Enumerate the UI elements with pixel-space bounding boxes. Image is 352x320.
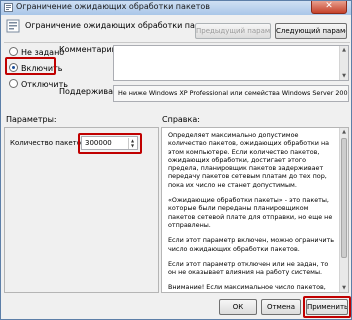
radio-dot[interactable] [9,47,18,56]
comment-scrollbar[interactable]: ▲ ▼ [339,46,348,80]
help-paragraph: Если этот параметр отключен или не задан… [168,259,329,277]
parameters-panel: Количество пакетов: 300000 ▲ ▼ [4,127,159,293]
previous-setting-button[interactable]: Предыдущий параметр [195,23,271,39]
comment-field[interactable]: ▲ ▼ [113,45,349,81]
radio-not-configured[interactable]: Не задано [9,47,64,57]
policy-icon [4,3,13,12]
ok-button[interactable]: ОК [219,299,257,315]
policy-title: Ограничение ожидающих обработки пакетов [25,21,219,30]
help-label: Справка: [162,115,200,124]
divider [4,42,350,43]
help-scrollbar[interactable]: ▲ ▼ [339,128,348,292]
cancel-button[interactable]: Отмена [261,299,301,315]
help-paragraph: «Ожидающие обработки пакеты» - это пакет… [168,196,333,229]
title-bar[interactable]: Ограничение ожидающих обработки пакетов … [1,1,351,15]
help-text: Определяет максимально допустимое количе… [162,128,340,292]
scroll-down-icon[interactable]: ▼ [340,72,348,80]
help-paragraph: Определяет максимально допустимое количе… [168,131,330,189]
scroll-up-icon[interactable]: ▲ [340,46,348,54]
highlight-enabled [5,57,56,75]
help-paragraph: Если этот параметр включен, можно ограни… [168,236,334,253]
highlight-packet-count [78,133,142,154]
close-button[interactable]: ✕ [311,1,347,14]
packet-count-label: Количество пакетов: [10,139,88,147]
parameters-label: Параметры: [6,115,57,124]
highlight-apply [303,296,351,318]
radio-dot[interactable] [9,79,18,88]
scroll-thumb[interactable] [341,138,347,258]
supported-value: Не ниже Windows XP Professional или семе… [113,85,349,102]
help-paragraph: Внимание! Если максимальное число пакето… [168,283,326,292]
next-setting-button[interactable]: Следующий параметр [275,23,347,39]
help-panel: Определяет максимально допустимое количе… [161,127,349,293]
policy-settings-icon [6,19,20,33]
window-title: Ограничение ожидающих обработки пакетов [16,2,210,11]
scroll-up-icon[interactable]: ▲ [340,128,348,136]
scroll-down-icon[interactable]: ▼ [340,284,348,292]
radio-label: Не задано [21,48,65,57]
policy-dialog: Ограничение ожидающих обработки пакетов … [0,0,352,320]
comment-label: Комментарий: [59,45,120,54]
